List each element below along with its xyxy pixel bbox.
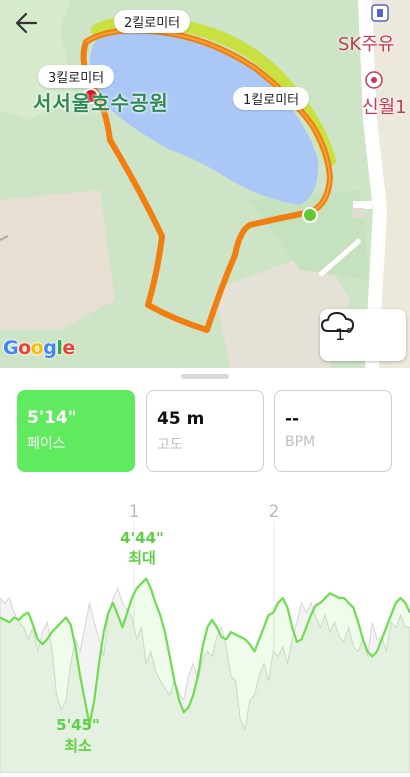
park-name: 서서울호수공원 (33, 91, 169, 115)
km-marker-1: 1킬로미터 (233, 87, 310, 110)
metric-card-altitude[interactable]: 45 m 고도 (146, 390, 264, 472)
metric-card-pace[interactable]: 5'14" 페이스 (17, 390, 135, 472)
cloud-icon (321, 312, 354, 332)
km-marker-3: 3킬로미터 (38, 65, 115, 88)
min-pace-label: 최소 (64, 737, 92, 755)
google-logo: Google (3, 337, 75, 359)
altitude-value: 45 m (157, 409, 205, 429)
x-tick-1: 1 (129, 502, 140, 522)
pace-chart: 1 2 4'44" 최대 5'45" 최소 (0, 490, 410, 774)
bpm-value: -- (285, 409, 300, 429)
sheet-drag-handle[interactable] (181, 374, 229, 379)
pace-label: 페이스 (27, 436, 66, 452)
back-arrow-icon (15, 12, 38, 34)
metric-card-heart-rate[interactable]: -- BPM (274, 390, 392, 472)
route-map[interactable]: 서서울호수공원 SK주유 신월1 2킬로미터 3킬로미터 1킬로미터 Googl… (0, 0, 410, 368)
series-pace-area (0, 578, 410, 773)
km-marker-2: 2킬로미터 (114, 10, 191, 33)
poi-label: 신월1 (362, 97, 407, 118)
poi-gas-station: SK주유 (338, 34, 395, 55)
start-marker (302, 207, 318, 223)
min-pace-value: 5'45" (56, 716, 100, 734)
x-tick-2: 2 (269, 502, 280, 522)
max-pace-value: 4'44" (120, 529, 164, 547)
back-button[interactable] (10, 8, 44, 38)
weather-badge: 1° (320, 309, 406, 361)
pace-value: 5'14" (27, 408, 77, 428)
altitude-label: 고도 (157, 437, 183, 453)
max-pace-label: 최대 (128, 549, 156, 567)
bpm-label: BPM (285, 434, 316, 450)
